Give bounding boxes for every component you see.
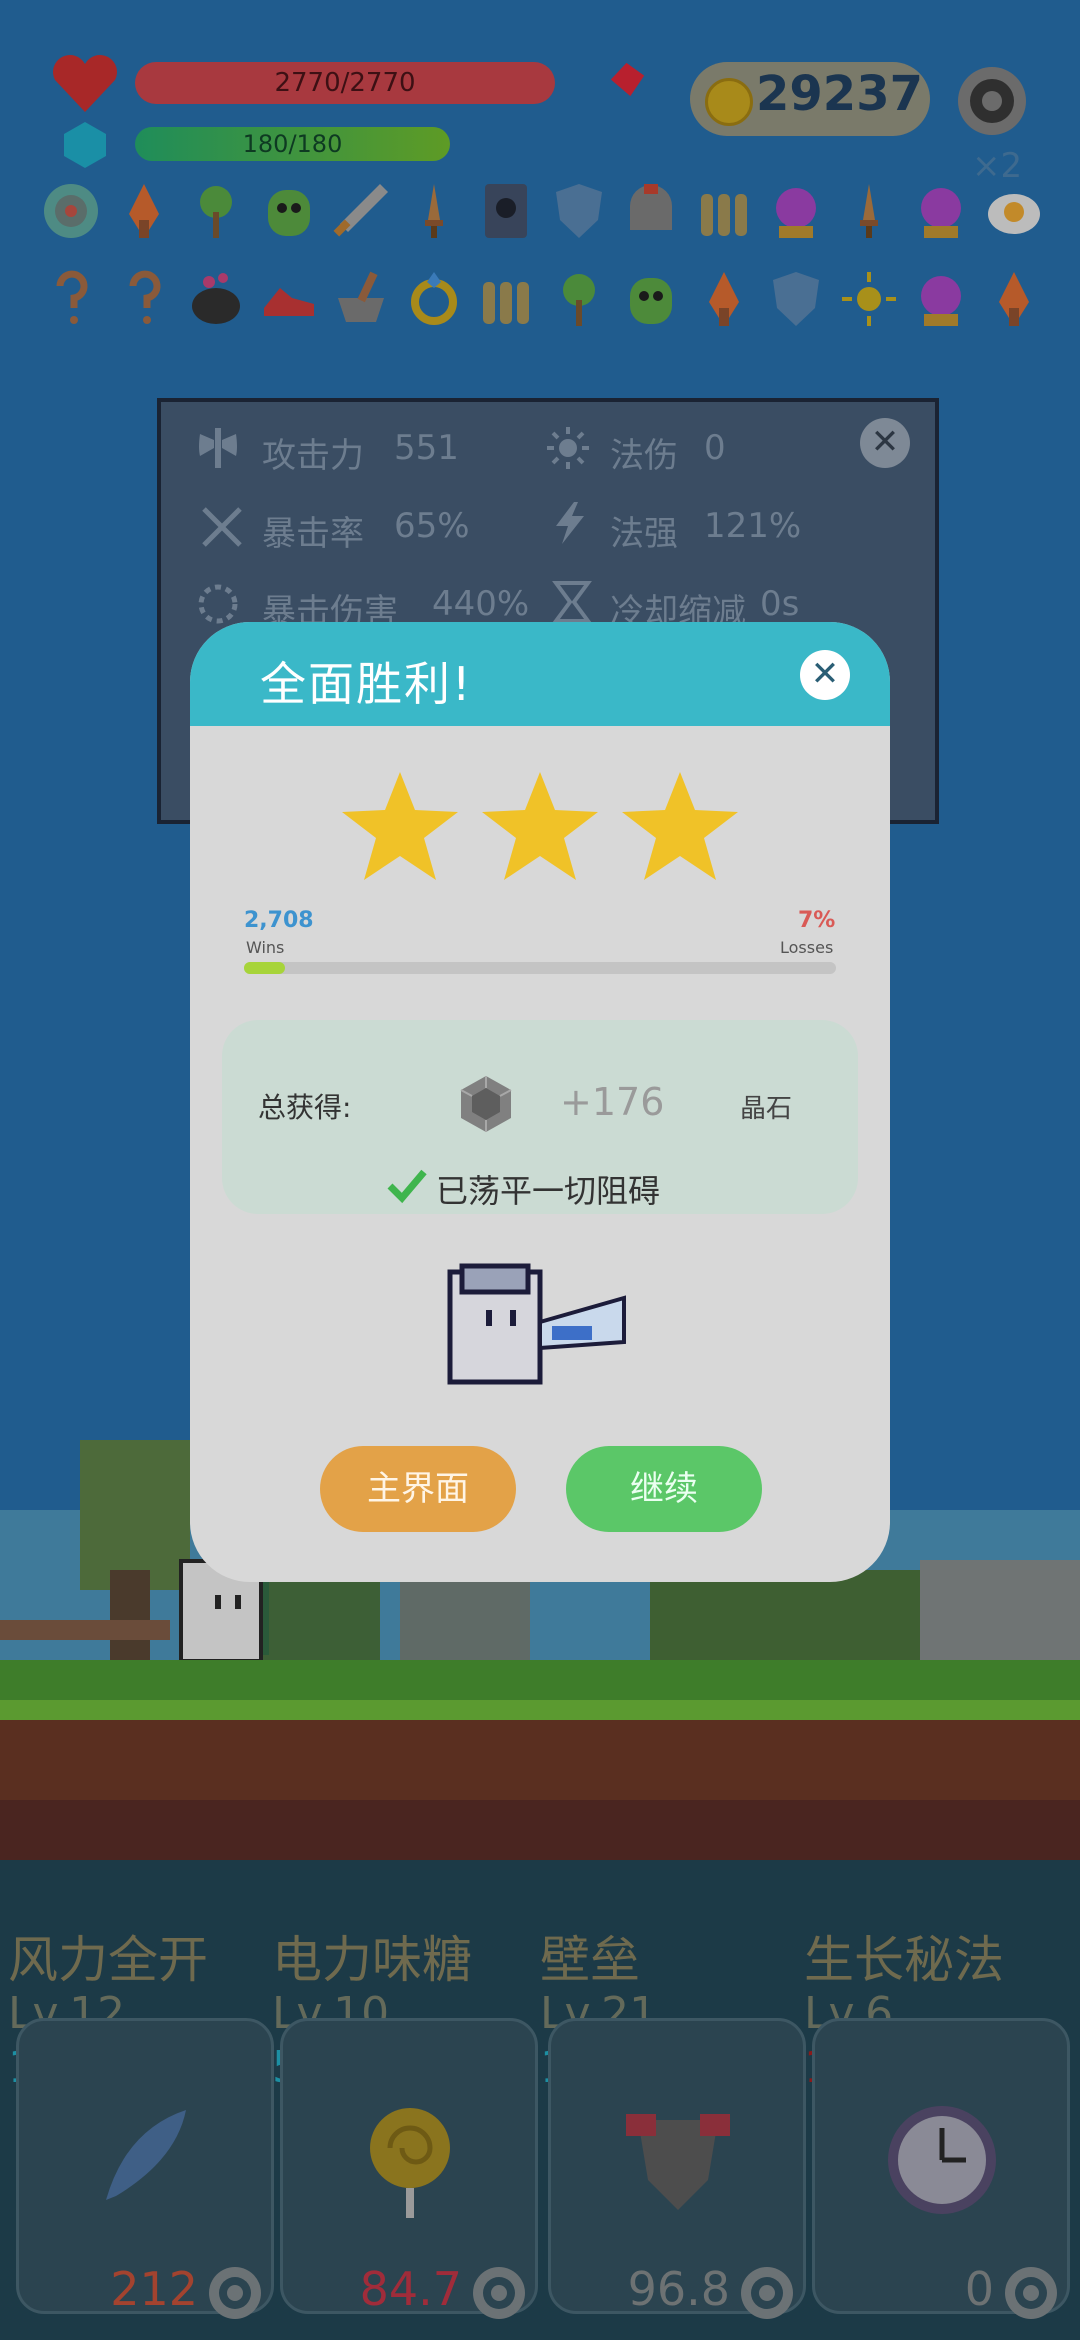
gear-icon[interactable] <box>736 2262 798 2324</box>
dialog-title: 全面胜利! <box>260 657 473 711</box>
reward-amount: +176 <box>560 1080 665 1124</box>
skill-value: 212 <box>110 2262 198 2316</box>
spell-power-label: 法强 <box>610 514 678 554</box>
attack-label: 攻击力 <box>262 436 364 476</box>
losses-value: 7% <box>798 908 836 933</box>
sun-gem-icon[interactable] <box>838 268 900 330</box>
progress-track <box>244 962 836 974</box>
star-icon <box>622 772 738 880</box>
target-icon[interactable] <box>40 180 102 242</box>
question-icon[interactable] <box>40 268 102 330</box>
inventory-row-2 <box>40 268 1060 338</box>
skill-value: 0 <box>964 2262 994 2316</box>
shield-icon[interactable] <box>765 268 827 330</box>
grass-highlight <box>0 1700 1080 1722</box>
green-monster-icon[interactable] <box>258 180 320 242</box>
skill-value: 84.7 <box>359 2262 462 2316</box>
skill-name: 电力味糖 <box>272 1931 472 1989</box>
crystal-gem-icon <box>460 1076 512 1132</box>
crit-cross-icon <box>202 507 242 547</box>
green-monster-icon[interactable] <box>620 268 682 330</box>
crit-damage-value: 440% <box>432 584 530 624</box>
sun-icon <box>547 427 589 469</box>
flame-torch-icon[interactable] <box>113 180 175 242</box>
skill-name: 生长秘法 <box>804 1931 1004 1989</box>
stats-close-button[interactable]: ✕ <box>860 418 910 468</box>
losses-label: Losses <box>780 938 834 957</box>
question-icon[interactable] <box>113 268 175 330</box>
cauldron-icon[interactable] <box>185 268 247 330</box>
axe-icon <box>199 428 237 468</box>
feather-icon <box>106 2110 186 2200</box>
crystal-ball-icon[interactable] <box>765 180 827 242</box>
checkmark-icon <box>387 1169 427 1204</box>
wins-value: 2,708 <box>244 908 314 933</box>
mana-crystal-icon <box>64 122 106 168</box>
crystal-ball-icon[interactable] <box>910 268 972 330</box>
clear-message: 已荡平一切阻碍 <box>436 1172 661 1210</box>
attack-value: 551 <box>394 428 459 468</box>
sapling-icon[interactable] <box>548 268 610 330</box>
victory-dialog: 全面胜利! ✕ 2,708 Wins 7% Losses 总获得: +176 晶… <box>190 622 890 1582</box>
flame-torch-icon[interactable] <box>693 268 755 330</box>
lollipop-icon <box>370 2108 450 2218</box>
skill-name: 风力全开 <box>8 1931 208 1989</box>
gear-icon[interactable] <box>468 2262 530 2324</box>
helmet-icon[interactable] <box>620 180 682 242</box>
dagger-icon[interactable] <box>403 180 465 242</box>
continue-button[interactable]: 继续 <box>566 1446 762 1532</box>
skill-name: 壁垒 <box>540 1931 640 1989</box>
crit-damage-icon <box>198 584 238 624</box>
gear-icon[interactable] <box>204 2262 266 2324</box>
main-menu-button[interactable]: 主界面 <box>320 1446 516 1532</box>
lightning-icon <box>556 502 584 544</box>
star-icon <box>342 772 458 880</box>
hourglass-icon <box>552 581 592 623</box>
skill-value: 96.8 <box>627 2262 730 2316</box>
heart-icon <box>53 55 117 112</box>
hp-bar: 2770/2770 <box>135 62 555 104</box>
shield-icon[interactable] <box>548 180 610 242</box>
progress-fill <box>244 962 285 974</box>
crit-rate-label: 暴击率 <box>262 514 364 554</box>
dagger-icon[interactable] <box>838 180 900 242</box>
coin-icon <box>705 78 753 126</box>
armor-icon <box>626 2114 730 2210</box>
crit-rate-value: 65% <box>394 506 470 546</box>
fried-egg-icon[interactable] <box>983 180 1045 242</box>
coin-value: 29237 <box>756 66 923 122</box>
skull-book-icon[interactable] <box>475 180 537 242</box>
sword-icon[interactable] <box>330 180 392 242</box>
dirt-ground-dark <box>0 1800 1080 1860</box>
gear-icon[interactable] <box>955 64 1029 138</box>
multiplier-label: ×2 <box>972 146 1023 186</box>
star-icon <box>482 772 598 880</box>
bullets-icon[interactable] <box>693 180 755 242</box>
mp-bar: 180/180 <box>135 127 450 161</box>
flame-torch-icon[interactable] <box>983 268 1045 330</box>
gold-ring-icon[interactable] <box>403 268 465 330</box>
gear-icon[interactable] <box>1000 2262 1062 2324</box>
sapling-icon[interactable] <box>185 180 247 242</box>
knight-hero-icon <box>447 1263 626 1385</box>
magic-damage-value: 0 <box>704 428 726 468</box>
mortar-icon[interactable] <box>330 268 392 330</box>
reward-label: 总获得: <box>258 1091 352 1124</box>
reward-unit: 晶石 <box>740 1094 793 1124</box>
inventory-row-1 <box>40 180 1060 250</box>
spell-power-value: 121% <box>704 506 802 546</box>
sneaker-icon[interactable] <box>258 268 320 330</box>
crystal-ball-icon[interactable] <box>910 180 972 242</box>
magic-damage-label: 法伤 <box>610 436 678 476</box>
wins-label: Wins <box>246 938 285 957</box>
cooldown-value: 0s <box>760 584 800 624</box>
dialog-close-button[interactable]: ✕ <box>800 650 850 700</box>
bullets-icon[interactable] <box>475 268 537 330</box>
clock-icon <box>888 2106 996 2214</box>
